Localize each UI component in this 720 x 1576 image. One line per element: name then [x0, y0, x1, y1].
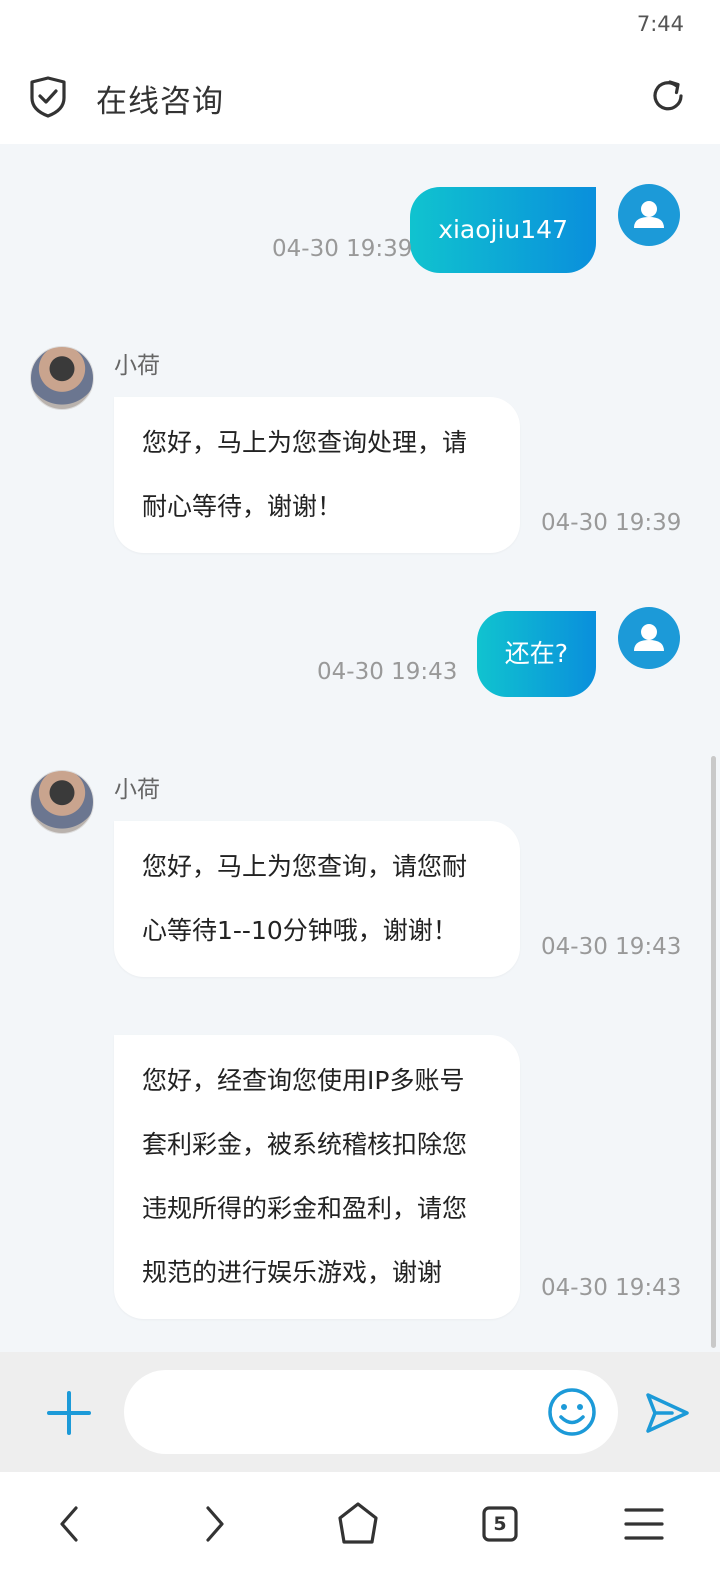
message-input[interactable] — [124, 1370, 618, 1454]
message-bubble-in[interactable]: 您好，马上为您查询处理，请 耐心等待，谢谢！ — [114, 397, 520, 553]
tabs-icon[interactable]: 5 — [474, 1498, 526, 1550]
message-bubble-out[interactable]: 还在? — [476, 611, 596, 697]
agent-name: 小荷 — [114, 777, 160, 803]
message-bubble-in[interactable]: 您好，经查询您使用IP多账号 套利彩金，被系统稽核扣除您 违规所得的彩金和盈利，… — [114, 1035, 520, 1319]
page-title: 在线咨询 — [96, 84, 224, 120]
message-line: 规范的进行娱乐游戏，谢谢 — [142, 1258, 443, 1287]
agent-name: 小荷 — [114, 353, 160, 379]
user-icon — [634, 201, 664, 228]
message-line: 违规所得的彩金和盈利，请您 — [142, 1194, 468, 1223]
user-icon — [634, 624, 664, 651]
message-bubble-in[interactable]: 您好，马上为您查询，请您耐 心等待1--10分钟哦，谢谢！ — [114, 821, 520, 977]
input-bar — [0, 1352, 720, 1472]
back-icon[interactable] — [44, 1498, 96, 1550]
tabs-count: 5 — [493, 1513, 507, 1535]
message-bubble-out[interactable]: xiaojiu147 — [410, 187, 596, 273]
message-time: 04-30 19:43 — [541, 934, 682, 960]
send-icon[interactable] — [642, 1388, 692, 1438]
message-line: 心等待1--10分钟哦，谢谢！ — [142, 916, 458, 945]
agent-avatar — [30, 770, 94, 834]
status-bar: 7:44 — [0, 0, 720, 52]
message-line: 您好，经查询您使用IP多账号 — [142, 1066, 465, 1095]
message-time: 04-30 19:43 — [541, 1275, 682, 1301]
emoji-icon[interactable] — [546, 1386, 598, 1438]
browser-nav-bar: 5 — [0, 1472, 720, 1576]
home-icon[interactable] — [332, 1498, 384, 1550]
plus-icon[interactable] — [44, 1388, 94, 1438]
message-line: 耐心等待，谢谢！ — [142, 492, 343, 521]
message-time: 04-30 19:39 — [541, 510, 682, 536]
message-time: 04-30 19:43 — [317, 659, 458, 685]
message-line: 您好，马上为您查询，请您耐 — [142, 852, 468, 881]
menu-icon[interactable] — [618, 1498, 670, 1550]
shield-check-icon[interactable] — [28, 76, 68, 118]
user-avatar — [618, 607, 680, 669]
agent-avatar — [30, 346, 94, 410]
refresh-icon[interactable] — [648, 76, 688, 116]
header: 在线咨询 — [0, 52, 720, 144]
message-line: 套利彩金，被系统稽核扣除您 — [142, 1130, 468, 1159]
forward-icon[interactable] — [188, 1498, 240, 1550]
scrollbar[interactable] — [711, 756, 716, 1348]
chat-area[interactable]: xiaojiu147 04-30 19:39 小荷 您好，马上为您查询处理，请 … — [0, 144, 720, 1352]
user-avatar — [618, 184, 680, 246]
status-time: 7:44 — [636, 12, 684, 36]
message-time: 04-30 19:39 — [272, 236, 413, 262]
message-line: 您好，马上为您查询处理，请 — [142, 428, 468, 457]
